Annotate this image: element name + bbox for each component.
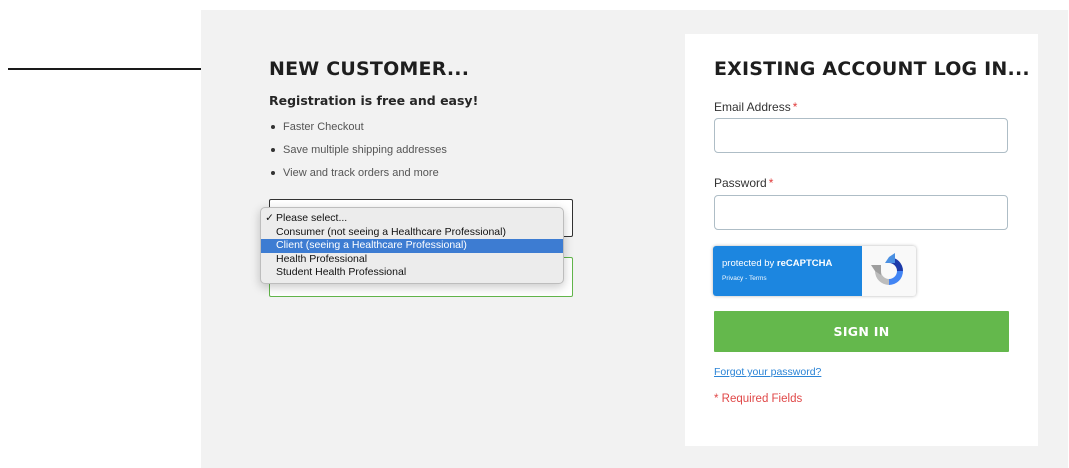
login-heading: EXISTING ACCOUNT LOG IN... bbox=[714, 58, 1030, 80]
list-item: View and track orders and more bbox=[269, 166, 589, 189]
new-customer-section: NEW CUSTOMER... Registration is free and… bbox=[269, 58, 589, 189]
benefits-list: Faster Checkout Save multiple shipping a… bbox=[269, 120, 589, 189]
option-label: Please select... bbox=[276, 212, 348, 224]
recaptcha-icon bbox=[871, 253, 903, 285]
arrow-shaft bbox=[8, 68, 224, 70]
account-type-dropdown-menu[interactable]: ✓ Please select... Consumer (not seeing a… bbox=[260, 207, 564, 284]
forgot-password-link[interactable]: Forgot your password? bbox=[714, 366, 821, 378]
registration-subheading: Registration is free and easy! bbox=[269, 93, 479, 108]
required-asterisk: * bbox=[792, 100, 798, 114]
required-fields-note: * Required Fields bbox=[714, 393, 803, 405]
dropdown-option-student-health-professional[interactable]: Student Health Professional bbox=[261, 266, 563, 280]
required-asterisk: * bbox=[768, 176, 774, 190]
checkmark-icon: ✓ bbox=[265, 212, 274, 224]
list-item: Faster Checkout bbox=[269, 120, 589, 143]
dropdown-option-health-professional[interactable]: Health Professional bbox=[261, 253, 563, 267]
password-label: Password * bbox=[714, 176, 774, 190]
password-field[interactable] bbox=[714, 195, 1008, 230]
recaptcha-privacy-terms-link[interactable]: Privacy - Terms bbox=[722, 275, 767, 282]
option-label: Health Professional bbox=[276, 252, 368, 265]
dropdown-option-client[interactable]: Client (seeing a Healthcare Professional… bbox=[261, 239, 563, 253]
dropdown-option-please-select[interactable]: ✓ Please select... bbox=[261, 212, 563, 226]
email-field[interactable] bbox=[714, 118, 1008, 153]
sign-in-button[interactable]: SIGN IN bbox=[714, 311, 1009, 352]
recaptcha-badge[interactable]: protected by reCAPTCHA Privacy - Terms bbox=[713, 246, 916, 296]
dropdown-option-consumer[interactable]: Consumer (not seeing a Healthcare Profes… bbox=[261, 226, 563, 240]
new-customer-heading: NEW CUSTOMER... bbox=[269, 58, 470, 80]
email-label: Email Address * bbox=[714, 100, 798, 114]
option-label: Client (seeing a Healthcare Professional… bbox=[276, 239, 467, 251]
recaptcha-text-panel: protected by reCAPTCHA Privacy - Terms bbox=[713, 246, 862, 296]
option-label: Consumer (not seeing a Healthcare Profes… bbox=[276, 225, 506, 238]
login-card bbox=[685, 34, 1038, 446]
list-item: Save multiple shipping addresses bbox=[269, 143, 589, 166]
option-label: Student Health Professional bbox=[276, 266, 407, 278]
